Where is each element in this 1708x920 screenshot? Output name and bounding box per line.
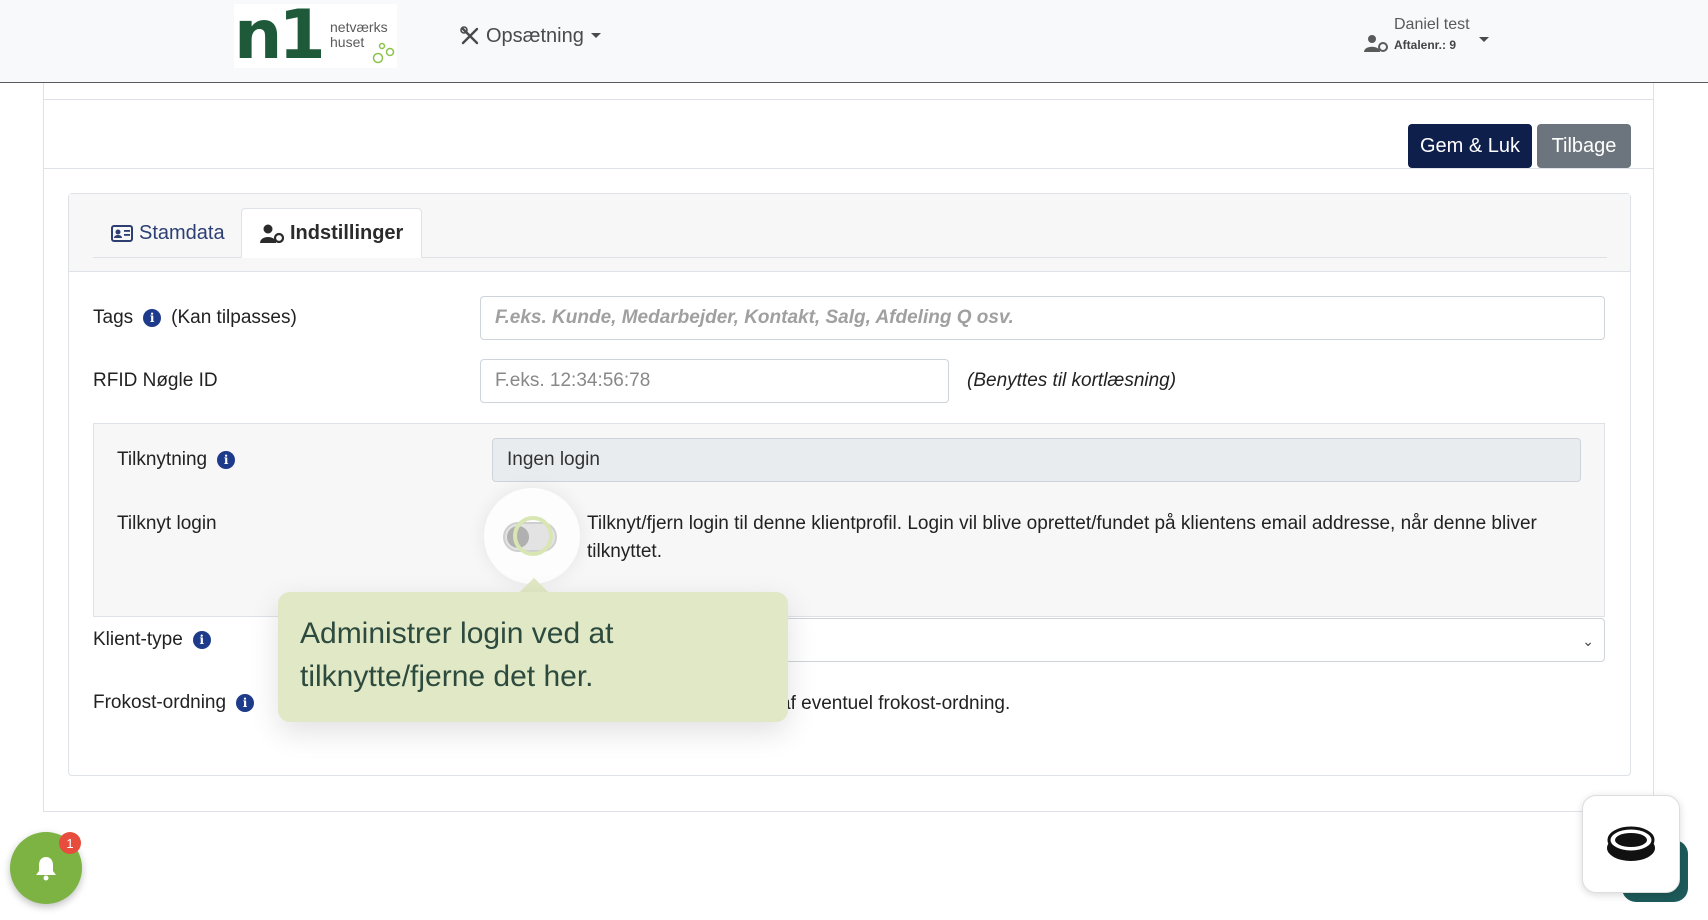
chat-icon xyxy=(1607,826,1655,861)
tilknyt-login-description: Tilknyt/fjern login til denne klientprof… xyxy=(587,513,1537,562)
user-name: Daniel test xyxy=(1394,16,1470,33)
chevron-down-icon xyxy=(590,33,601,38)
info-icon[interactable]: i xyxy=(236,694,255,712)
tools-icon xyxy=(460,26,479,45)
tags-label-group: Tags i (Kan tilpasses) xyxy=(93,307,297,329)
tags-label: Tags xyxy=(93,307,134,328)
chat-widget-button[interactable] xyxy=(1582,795,1680,893)
setup-menu[interactable]: Opsætning xyxy=(460,22,602,50)
setup-menu-label: Opsætning xyxy=(486,24,584,47)
agreement-label: Aftalenr.: xyxy=(1394,38,1447,52)
rfid-input[interactable]: F.eks. 12:34:56:78 xyxy=(480,359,949,403)
top-navbar: n1 netværks huset Opsætning Daniel test … xyxy=(0,0,1708,83)
tags-input[interactable]: F.eks. Kunde, Medarbejder, Kontakt, Salg… xyxy=(480,296,1605,340)
tooltip-text: Administrer login ved at tilknytte/fjern… xyxy=(300,617,614,693)
agreement-value: 9 xyxy=(1449,38,1457,52)
user-gear-icon xyxy=(260,224,284,243)
tilknytning-label-group: Tilknytning i xyxy=(117,449,236,471)
rfid-hint: (Benyttes til kortlæsning) xyxy=(967,370,1177,391)
guide-tooltip: Administrer login ved at tilknytte/fjern… xyxy=(278,592,788,722)
bell-icon xyxy=(36,857,56,881)
info-icon[interactable]: i xyxy=(192,631,211,649)
tab-indstillinger[interactable]: Indstillinger xyxy=(241,208,423,258)
brand-logo[interactable]: n1 netværks huset xyxy=(234,0,397,75)
frokost-label-group: Frokost-ordning i xyxy=(93,692,255,714)
divider xyxy=(43,168,1654,169)
tilknytning-field: Ingen login xyxy=(492,438,1581,482)
chevron-down-icon: ⌄ xyxy=(1582,633,1594,649)
tab-stamdata-label: Stamdata xyxy=(139,221,225,244)
logo-text-line1: netværks xyxy=(330,19,388,35)
tilknyt-login-label: Tilknyt login xyxy=(117,513,217,534)
notification-badge: 1 xyxy=(59,832,81,854)
tags-sublabel: (Kan tilpasses) xyxy=(171,307,297,328)
info-icon[interactable]: i xyxy=(143,309,162,327)
user-menu[interactable]: Daniel test Aftalenr.: 9 xyxy=(1364,14,1494,58)
tab-stamdata[interactable]: Stamdata xyxy=(93,208,243,258)
chevron-down-icon xyxy=(1479,37,1489,42)
back-button[interactable]: Tilbage xyxy=(1537,124,1631,168)
logo-mark: n1 xyxy=(234,0,326,75)
agreement-number: Aftalenr.: 9 xyxy=(1394,38,1456,52)
tilknytning-label: Tilknytning xyxy=(117,449,208,470)
frokost-label: Frokost-ordning xyxy=(93,692,227,713)
klient-type-label-group: Klient-type i xyxy=(93,629,211,651)
klient-type-label: Klient-type xyxy=(93,629,183,650)
info-icon[interactable]: i xyxy=(217,451,236,469)
toggle-focus-ring xyxy=(513,516,553,556)
frokost-description: af eventuel frokost-ordning. xyxy=(780,693,1011,714)
klient-type-select[interactable]: ⌄ xyxy=(700,618,1605,662)
rfid-label: RFID Nøgle ID xyxy=(93,370,218,391)
id-card-icon xyxy=(111,224,133,242)
tab-indstillinger-label: Indstillinger xyxy=(290,221,404,244)
logo-dots-icon xyxy=(372,42,395,64)
user-gear-icon xyxy=(1364,35,1388,52)
divider xyxy=(43,99,1654,100)
save-close-button[interactable]: Gem & Luk xyxy=(1408,124,1532,168)
